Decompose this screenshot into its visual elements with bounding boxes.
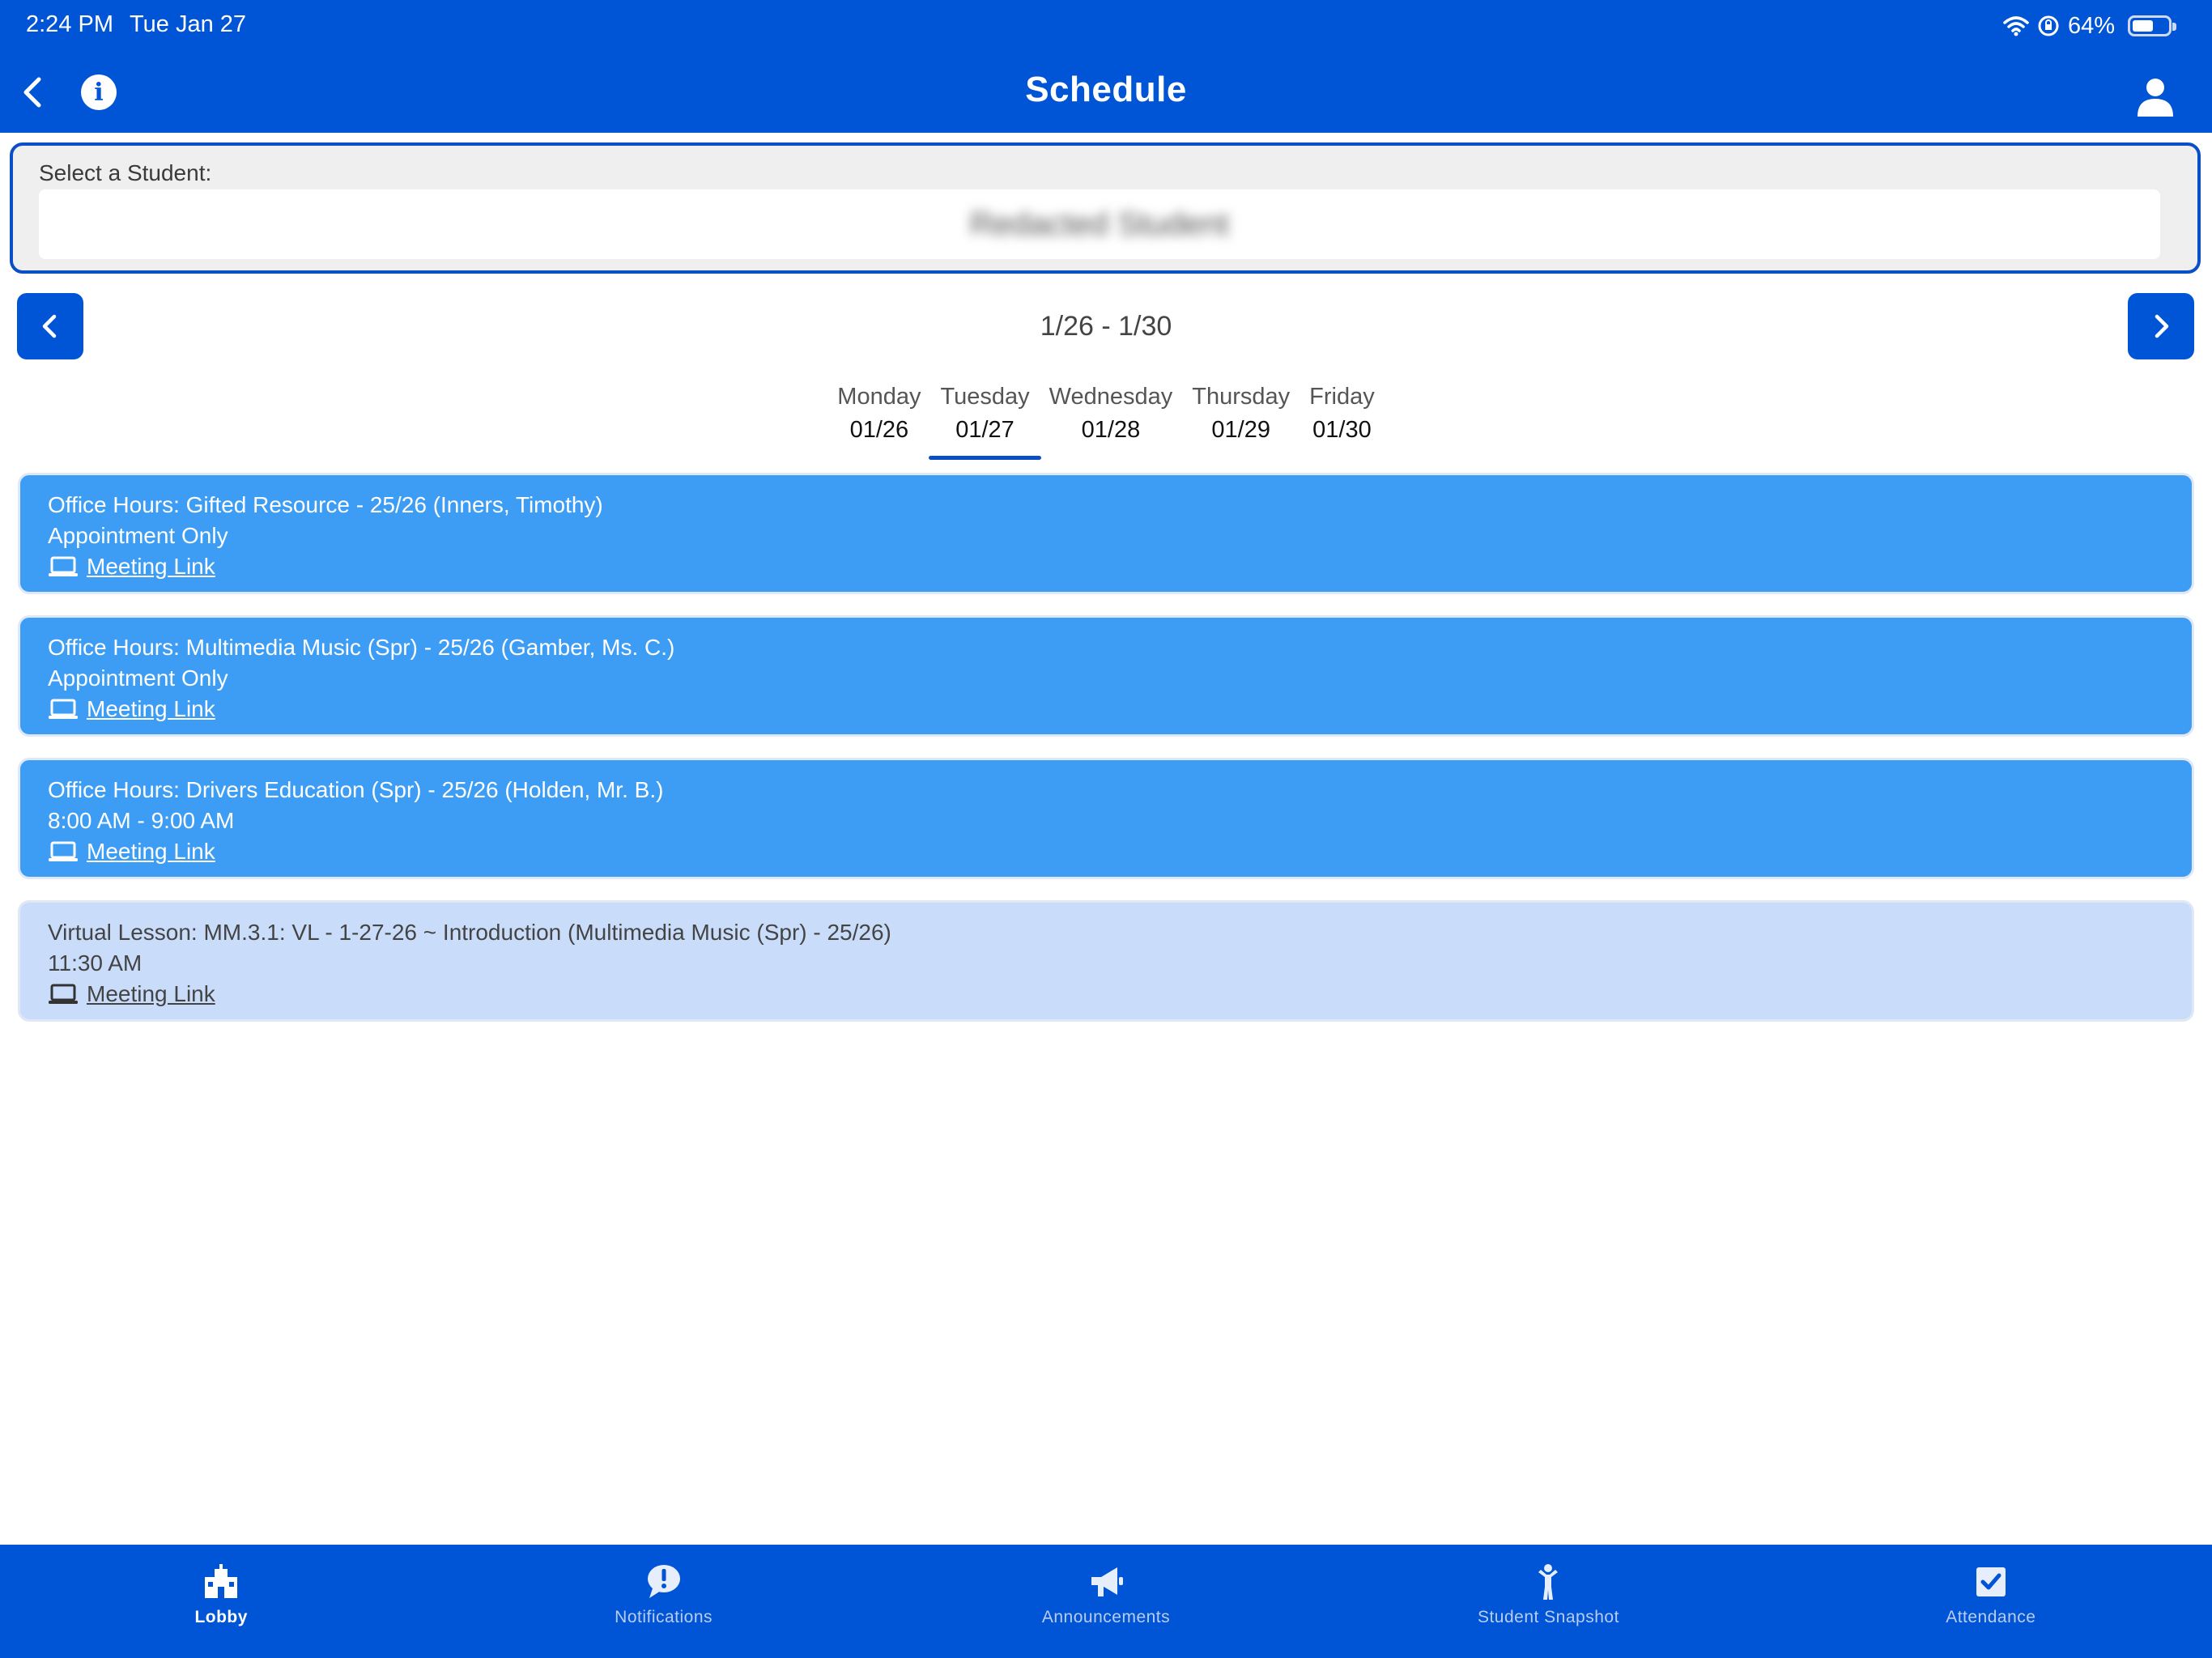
meeting-link-text: Meeting Link — [87, 696, 215, 721]
schedule-event-list: Office Hours: Gifted Resource - 25/26 (I… — [18, 473, 2194, 1043]
event-detail: 8:00 AM - 9:00 AM — [48, 808, 235, 833]
battery-percent: 64% — [2067, 12, 2115, 39]
nav-bar: i Schedule — [0, 52, 2212, 133]
day-date: 01/30 — [1312, 417, 1372, 443]
tab-attendance[interactable]: Attendance — [1770, 1545, 2212, 1658]
day-date: 01/27 — [955, 417, 1015, 443]
meeting-link[interactable]: Meeting Link — [48, 551, 2164, 582]
tab-label: Lobby — [194, 1608, 248, 1626]
alert-bubble-icon — [647, 1565, 680, 1598]
meeting-link[interactable]: Meeting Link — [48, 836, 2164, 867]
day-tab-monday[interactable]: Monday 01/26 — [836, 384, 922, 444]
laptop-icon — [49, 841, 78, 861]
event-card[interactable]: Office Hours: Gifted Resource - 25/26 (I… — [18, 473, 2194, 594]
day-date: 01/29 — [1211, 417, 1270, 443]
meeting-link-text: Meeting Link — [87, 554, 215, 579]
day-name: Thursday — [1192, 384, 1291, 410]
tab-student-snapshot[interactable]: Student Snapshot — [1327, 1545, 1769, 1658]
person-icon — [2138, 79, 2173, 117]
selected-student-name: Redacted Student — [969, 206, 1230, 242]
tab-lobby[interactable]: Lobby — [0, 1545, 442, 1658]
meeting-link-text: Meeting Link — [87, 981, 215, 1006]
status-time: 2:24 PM — [26, 11, 113, 37]
profile-button[interactable] — [2136, 76, 2175, 118]
day-name: Friday — [1309, 384, 1375, 410]
student-selector: Select a Student: Redacted Student — [10, 142, 2201, 274]
event-card[interactable]: Virtual Lesson: MM.3.1: VL - 1-27-26 ~ I… — [18, 900, 2194, 1022]
day-name: Tuesday — [940, 384, 1030, 410]
event-card[interactable]: Office Hours: Drivers Education (Spr) - … — [18, 758, 2194, 879]
bottom-tab-bar: Lobby Notifications Announcements Studen… — [0, 1545, 2212, 1658]
tab-label: Student Snapshot — [1477, 1608, 1619, 1626]
day-tab-thursday[interactable]: Thursday 01/29 — [1190, 384, 1291, 444]
checkbox-icon — [1976, 1567, 2006, 1596]
meeting-link[interactable]: Meeting Link — [48, 694, 2164, 725]
next-week-button[interactable] — [2128, 293, 2194, 359]
meeting-link[interactable]: Meeting Link — [48, 979, 2164, 1010]
event-detail: Appointment Only — [48, 665, 228, 691]
tab-label: Attendance — [1946, 1608, 2036, 1626]
megaphone-icon — [1091, 1567, 1124, 1596]
student-selector-label: Select a Student: — [39, 160, 212, 185]
orientation-lock-icon — [2038, 15, 2059, 36]
student-dropdown[interactable]: Redacted Student — [39, 189, 2160, 259]
student-figure-icon — [1538, 1564, 1559, 1600]
tab-announcements[interactable]: Announcements — [885, 1545, 1327, 1658]
event-title: Office Hours: Drivers Education (Spr) - … — [48, 777, 664, 802]
event-title: Virtual Lesson: MM.3.1: VL - 1-27-26 ~ I… — [48, 920, 891, 945]
status-indicators: 64% — [2003, 10, 2176, 42]
meeting-link-text: Meeting Link — [87, 839, 215, 864]
day-tab-tuesday[interactable]: Tuesday 01/27 — [929, 384, 1041, 460]
status-date: Tue Jan 27 — [130, 11, 247, 37]
event-title: Office Hours: Gifted Resource - 25/26 (I… — [48, 492, 603, 517]
day-name: Monday — [837, 384, 921, 410]
tab-label: Announcements — [1041, 1608, 1171, 1626]
week-range: 1/26 - 1/30 — [1040, 311, 1172, 342]
status-bar: 2:24 PM Tue Jan 27 64% — [0, 0, 2212, 52]
tab-notifications[interactable]: Notifications — [442, 1545, 884, 1658]
page-title: Schedule — [1025, 70, 1187, 109]
event-card[interactable]: Office Hours: Multimedia Music (Spr) - 2… — [18, 615, 2194, 737]
day-name: Wednesday — [1049, 384, 1173, 410]
wifi-icon — [2003, 16, 2029, 36]
school-building-icon — [205, 1564, 238, 1598]
event-detail: Appointment Only — [48, 523, 228, 548]
event-detail: 11:30 AM — [48, 950, 143, 976]
day-tab-wednesday[interactable]: Wednesday 01/28 — [1048, 384, 1175, 444]
day-date: 01/28 — [1081, 417, 1141, 443]
day-tabs: Monday 01/26 Tuesday 01/27 Wednesday 01/… — [0, 384, 2212, 460]
day-date: 01/26 — [849, 417, 909, 443]
chevron-right-icon — [2155, 314, 2169, 338]
app-header: 2:24 PM Tue Jan 27 64% i Schedule — [0, 0, 2212, 133]
day-tab-friday[interactable]: Friday 01/30 — [1308, 384, 1376, 444]
laptop-icon — [49, 984, 78, 1004]
laptop-icon — [49, 699, 78, 719]
tab-label: Notifications — [615, 1608, 713, 1626]
event-title: Office Hours: Multimedia Music (Spr) - 2… — [48, 635, 675, 660]
laptop-icon — [49, 556, 78, 576]
battery-icon — [2128, 15, 2176, 36]
